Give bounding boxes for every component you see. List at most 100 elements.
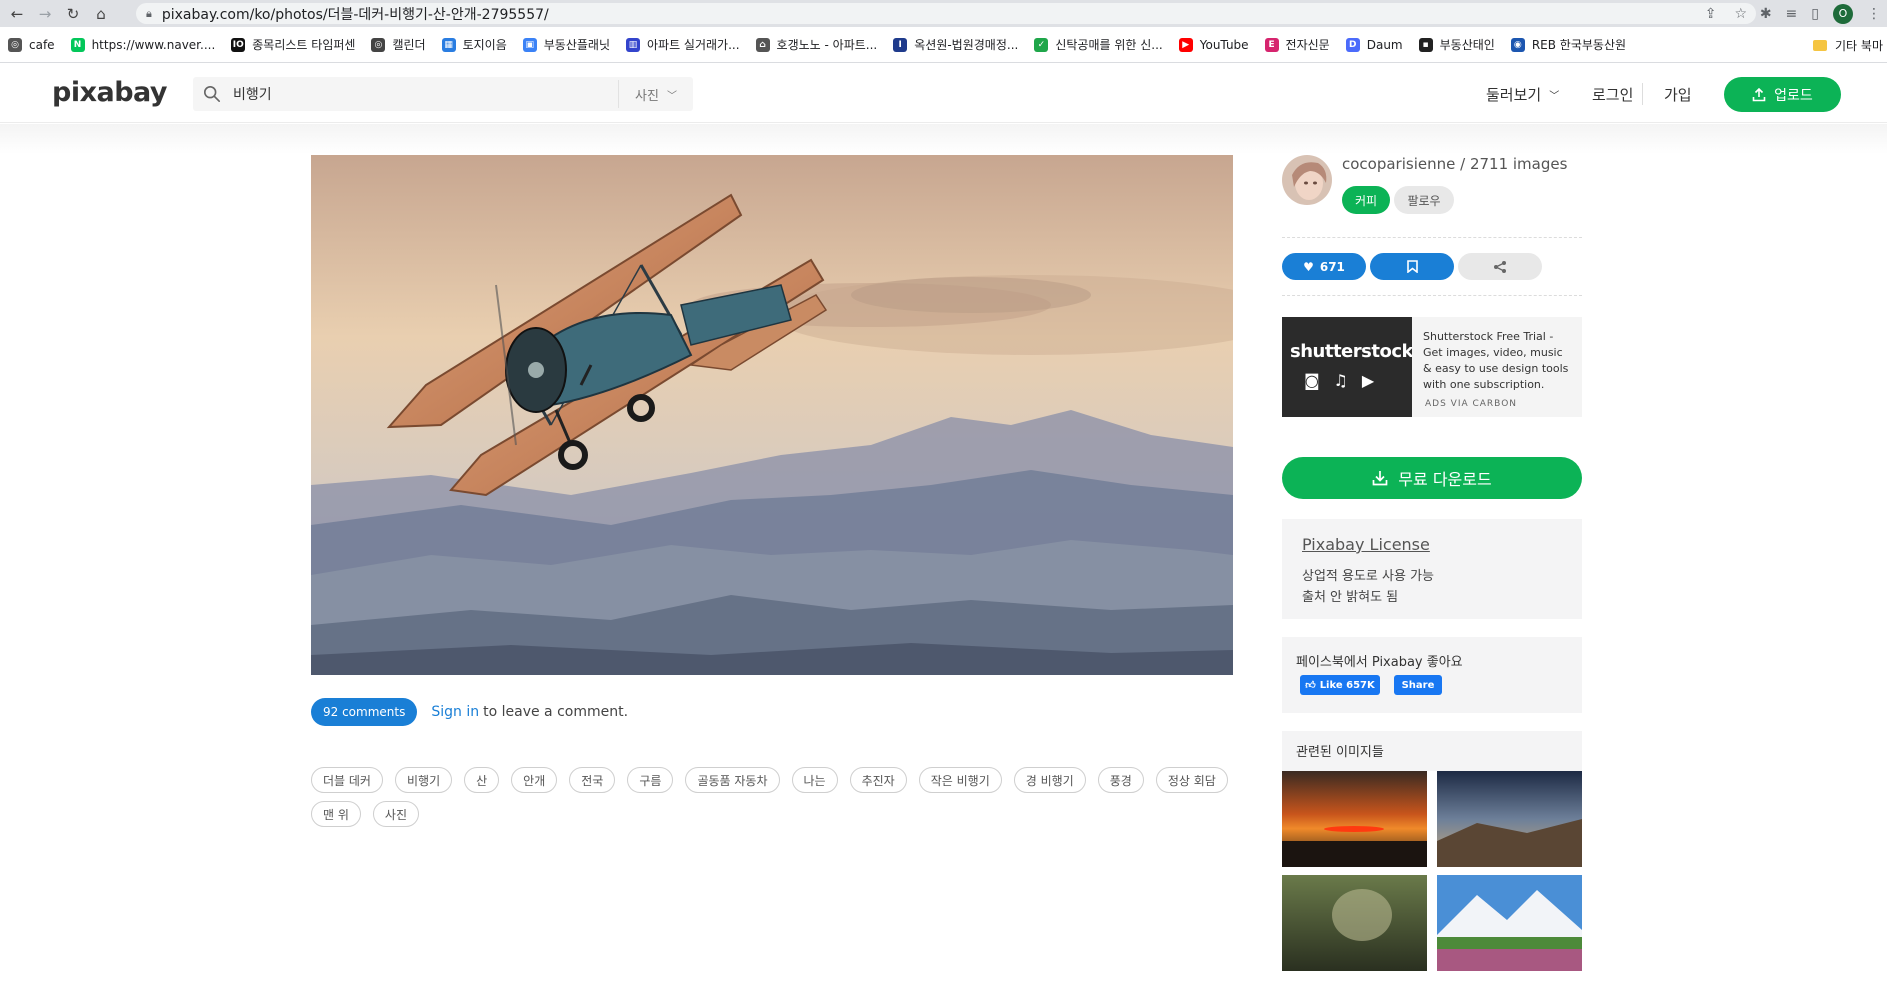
bookmark-label: 옥션원-법원경매정... bbox=[914, 38, 1019, 52]
bookmark-item[interactable]: ▶ YouTube bbox=[1178, 37, 1249, 52]
author-avatar[interactable] bbox=[1282, 155, 1332, 205]
bookmark-item[interactable]: E 전자신문 bbox=[1264, 36, 1330, 53]
bookmark-label: 전자신문 bbox=[1285, 38, 1330, 52]
other-bookmarks-folder[interactable]: 기타 북마 bbox=[1813, 27, 1887, 62]
explore-menu[interactable]: 둘러보기 ﹀ bbox=[1486, 77, 1559, 111]
ad-box[interactable]: shutterstock ◙ ♫ ▶ Shutterstock Free Tri… bbox=[1282, 317, 1582, 417]
bookmark-button[interactable] bbox=[1370, 253, 1454, 280]
related-image-sunset[interactable] bbox=[1282, 771, 1427, 867]
like-button[interactable]: ♥ 671 bbox=[1282, 253, 1366, 280]
tag-chip[interactable]: 풍경 bbox=[1097, 767, 1144, 793]
main-photo[interactable] bbox=[311, 155, 1233, 675]
bookmark-favicon-icon: N bbox=[70, 37, 85, 52]
bookmark-item[interactable]: ◉ REB 한국부동산원 bbox=[1510, 36, 1626, 53]
back-icon[interactable]: ← bbox=[6, 3, 28, 25]
upload-label: 업로드 bbox=[1774, 87, 1813, 104]
menu-icon[interactable]: ⋮ bbox=[1867, 6, 1881, 22]
related-images-header: 관련된 이미지들 bbox=[1282, 731, 1582, 771]
related-image-forest-ruins[interactable] bbox=[1282, 875, 1427, 971]
share-button[interactable] bbox=[1458, 253, 1542, 280]
join-link[interactable]: 가입 bbox=[1664, 77, 1692, 111]
browser-actions: ✱ ≡ ▯ O ⋮ bbox=[1760, 2, 1881, 25]
bookmark-item[interactable]: ▪ 부동산태인 bbox=[1418, 36, 1495, 53]
comments-count-badge[interactable]: 92 comments bbox=[311, 698, 418, 726]
tag-chip[interactable]: 구름 bbox=[627, 767, 674, 793]
facebook-like-button[interactable]: 👍︎ Like 657K bbox=[1300, 675, 1380, 695]
bookmark-item[interactable]: D Daum bbox=[1345, 37, 1403, 52]
bookmark-item[interactable]: ▦ 토지이음 bbox=[441, 36, 507, 53]
tag-chip[interactable]: 추진자 bbox=[849, 767, 907, 793]
chevron-down-icon: ﹀ bbox=[1549, 90, 1560, 102]
bookmark-item[interactable]: ⌂ 호갱노노 - 아파트... bbox=[755, 36, 877, 53]
bookmark-label: 토지이음 bbox=[462, 38, 507, 52]
address-bar[interactable]: 🔒︎ pixabay.com/ko/photos/더블-데커-비행기-산-안개-… bbox=[136, 3, 1756, 24]
login-link[interactable]: 로그인 bbox=[1592, 77, 1633, 111]
upload-button[interactable]: 업로드 bbox=[1724, 77, 1841, 112]
ad-via-text[interactable]: ADS VIA CARBON bbox=[1425, 399, 1517, 409]
tag-chip[interactable]: 안개 bbox=[511, 767, 558, 793]
forward-icon[interactable]: → bbox=[34, 3, 56, 25]
bookmark-item[interactable]: ◎ cafe bbox=[8, 37, 55, 52]
tag-chip[interactable]: 더블 데커 bbox=[311, 767, 383, 793]
follow-button[interactable]: 팔로우 bbox=[1394, 186, 1454, 214]
tag-chip[interactable]: 전국 bbox=[569, 767, 616, 793]
site-header: pixabay 사진 ﹀ 둘러보기 ﹀ 로그인 가입 업로드 bbox=[0, 63, 1887, 123]
star-icon[interactable]: ☆ bbox=[1734, 6, 1747, 22]
bookmark-item[interactable]: ◎ 캘린더 bbox=[371, 36, 426, 53]
lock-icon: 🔒︎ bbox=[146, 6, 152, 20]
bookmark-label: 아파트 실거래가... bbox=[647, 38, 740, 52]
tag-chip[interactable]: 경 비행기 bbox=[1013, 767, 1086, 793]
tag-chip[interactable]: 사진 bbox=[372, 801, 419, 827]
search-input[interactable] bbox=[233, 86, 613, 102]
chevron-down-icon: ﹀ bbox=[666, 90, 677, 102]
bookmark-favicon-icon: ▪ bbox=[1418, 37, 1433, 52]
reading-list-icon[interactable]: ≡ bbox=[1786, 6, 1798, 22]
bookmark-label: 부동산플래닛 bbox=[543, 38, 610, 52]
bookmark-favicon-icon: ▣ bbox=[522, 37, 537, 52]
bookmark-item[interactable]: ▣ 부동산플래닛 bbox=[522, 36, 610, 53]
bookmark-favicon-icon: ◎ bbox=[371, 37, 386, 52]
bookmark-item[interactable]: ✓ 신탁공매를 위한 신... bbox=[1034, 36, 1163, 53]
header-divider bbox=[1642, 83, 1643, 105]
home-icon[interactable]: ⌂ bbox=[90, 3, 112, 25]
related-image-snowy-mountain[interactable] bbox=[1437, 875, 1582, 971]
bookmark-favicon-icon: ▶ bbox=[1178, 37, 1193, 52]
share-page-icon[interactable]: ⇪ bbox=[1705, 6, 1717, 22]
bookmark-label: 캘린더 bbox=[392, 38, 426, 52]
author-name[interactable]: cocoparisienne / 2711 images bbox=[1342, 155, 1567, 173]
bookmark-favicon-icon: IO bbox=[231, 37, 246, 52]
divider bbox=[1282, 237, 1582, 238]
extensions-icon[interactable]: ✱ bbox=[1760, 6, 1772, 22]
tag-chip[interactable]: 작은 비행기 bbox=[918, 767, 1002, 793]
license-box: Pixabay License 상업적 용도로 사용 가능 출처 안 밝혀도 됨 bbox=[1282, 519, 1582, 619]
ad-image: shutterstock ◙ ♫ ▶ bbox=[1282, 317, 1412, 417]
bookmark-item[interactable]: ▥ 아파트 실거래가... bbox=[626, 36, 740, 53]
search-type-select[interactable]: 사진 ﹀ bbox=[618, 80, 693, 108]
bookmark-item[interactable]: IO 종목리스트 타임퍼센 bbox=[231, 36, 355, 53]
related-image-forest-ruins-art bbox=[1282, 875, 1427, 971]
side-panel-icon[interactable]: ▯ bbox=[1811, 6, 1819, 22]
facebook-title: 페이스북에서 Pixabay 좋아요 bbox=[1296, 655, 1463, 670]
tag-chip[interactable]: 나는 bbox=[791, 767, 838, 793]
coffee-button[interactable]: 커피 bbox=[1342, 186, 1390, 214]
search-icon[interactable] bbox=[203, 85, 221, 103]
explore-label: 둘러보기 bbox=[1486, 85, 1542, 104]
other-bookmarks-label: 기타 북마 bbox=[1835, 38, 1883, 53]
bookmark-item[interactable]: I 옥션원-법원경매정... bbox=[893, 36, 1018, 53]
license-link[interactable]: Pixabay License bbox=[1302, 535, 1430, 554]
facebook-share-button[interactable]: Share bbox=[1394, 675, 1442, 695]
tag-chip[interactable]: 비행기 bbox=[394, 767, 453, 793]
bookmark-item[interactable]: Nhttps://www.naver.... bbox=[70, 37, 215, 52]
pixabay-logo[interactable]: pixabay bbox=[52, 77, 168, 108]
heart-icon: ♥ bbox=[1303, 259, 1314, 274]
tag-chip[interactable]: 맨 위 bbox=[311, 801, 361, 827]
address-actions: ⇪ ☆ bbox=[1705, 3, 1747, 24]
related-image-cloudy-hills[interactable] bbox=[1437, 771, 1582, 867]
reload-icon[interactable]: ↻ bbox=[62, 3, 84, 25]
free-download-button[interactable]: 무료 다운로드 bbox=[1282, 457, 1582, 499]
profile-avatar[interactable]: O bbox=[1833, 3, 1853, 24]
sign-in-link[interactable]: Sign in bbox=[431, 704, 479, 720]
tag-chip[interactable]: 정상 회담 bbox=[1155, 767, 1228, 793]
tag-chip[interactable]: 산 bbox=[464, 767, 500, 793]
tag-chip[interactable]: 골동품 자동차 bbox=[685, 767, 780, 793]
